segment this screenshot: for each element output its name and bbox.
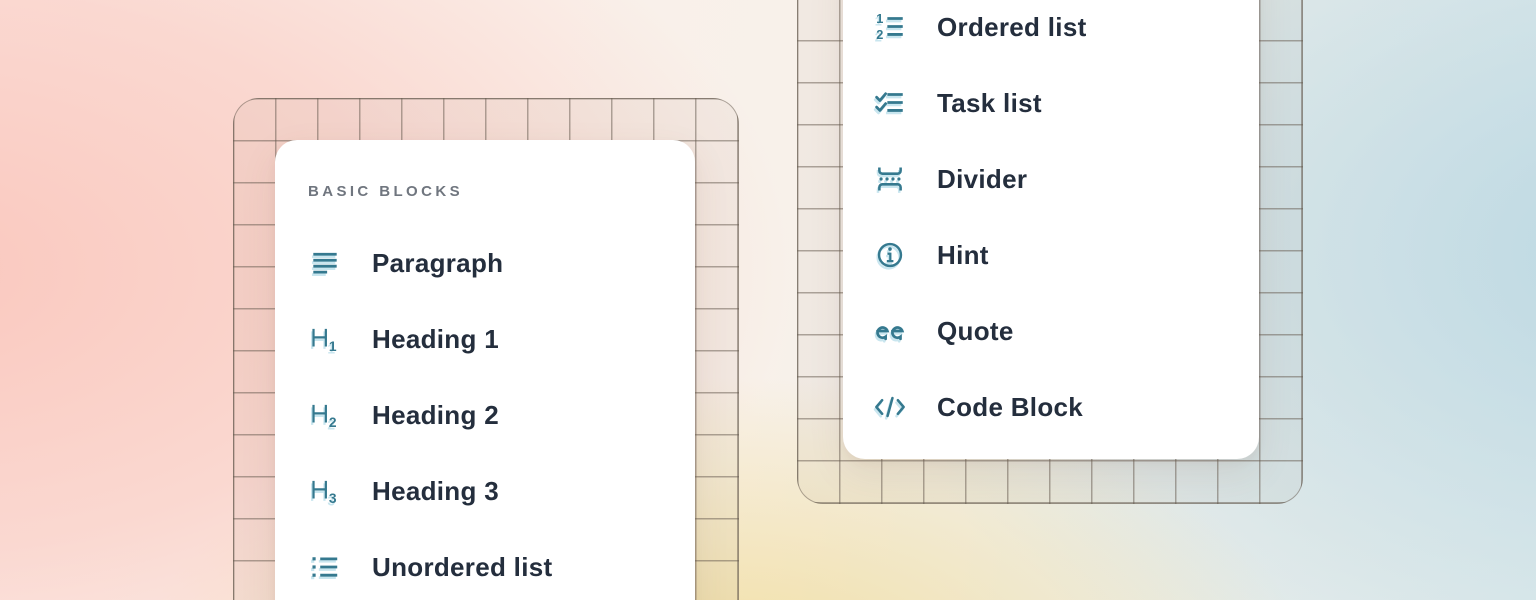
divider-icon [873,162,907,196]
unordered-list-icon [308,550,342,584]
code-block-icon [873,390,907,424]
menu-item-heading-3[interactable]: Heading 3 [308,453,662,529]
menu-item-code-block[interactable]: Code Block [873,369,1229,445]
menu-item-label: Quote [937,316,1014,347]
menu-item-label: Heading 2 [372,400,499,431]
menu-item-label: Ordered list [937,12,1087,43]
menu-item-label: Code Block [937,392,1083,423]
hint-icon [873,238,907,272]
heading-1-icon [308,322,342,356]
block-menu-basic-blocks: BASIC BLOCKS Paragraph Heading 1 Heading… [275,140,695,600]
menu-item-label: Hint [937,240,989,271]
menu-item-heading-2[interactable]: Heading 2 [308,377,662,453]
menu-item-ordered-list[interactable]: Ordered list [873,0,1229,65]
heading-2-icon [308,398,342,432]
hero-background: 1 2 3 1 2 [0,0,1536,600]
menu-item-paragraph[interactable]: Paragraph [308,225,662,301]
menu-item-divider[interactable]: Divider [873,141,1229,217]
quote-icon [873,314,907,348]
menu-item-label: Paragraph [372,248,503,279]
menu-item-task-list[interactable]: Task list [873,65,1229,141]
block-menu-more-blocks: Ordered list Task list Divider Hint Quot… [843,0,1259,459]
menu-item-quote[interactable]: Quote [873,293,1229,369]
menu-item-hint[interactable]: Hint [873,217,1229,293]
ordered-list-icon [873,10,907,44]
heading-3-icon [308,474,342,508]
menu-item-heading-1[interactable]: Heading 1 [308,301,662,377]
task-list-icon [873,86,907,120]
menu-item-label: Divider [937,164,1027,195]
section-title-basic-blocks: BASIC BLOCKS [308,183,662,201]
menu-item-unordered-list[interactable]: Unordered list [308,529,662,600]
menu-item-label: Heading 3 [372,476,499,507]
menu-item-label: Heading 1 [372,324,499,355]
paragraph-icon [308,246,342,280]
menu-item-label: Task list [937,88,1042,119]
menu-item-label: Unordered list [372,552,552,583]
